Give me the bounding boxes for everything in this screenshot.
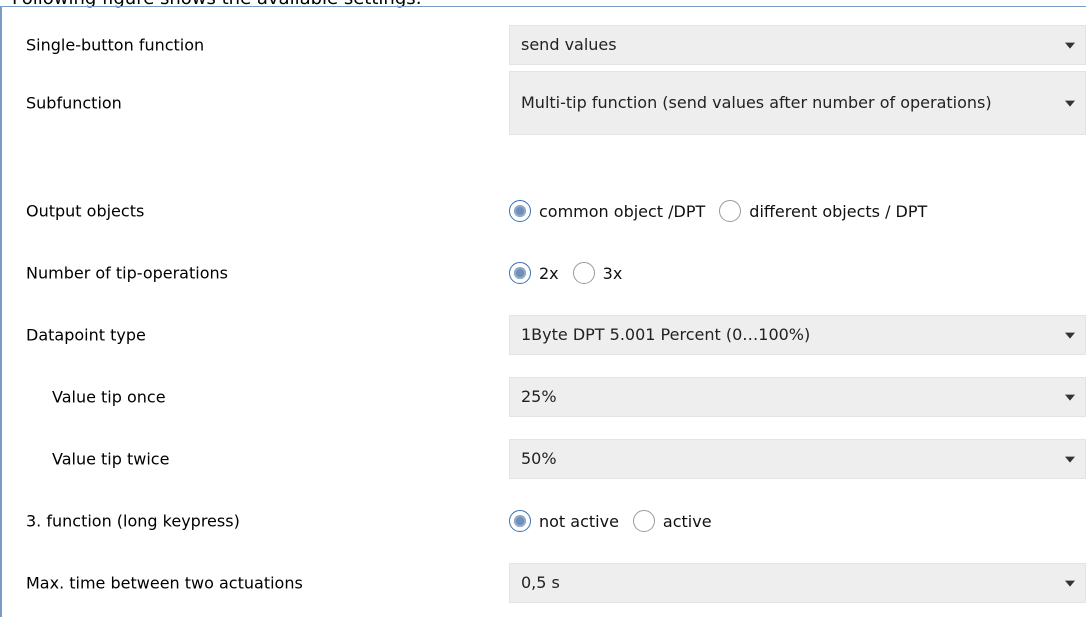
chevron-down-icon	[1065, 100, 1075, 107]
setting-label: Subfunction	[26, 93, 122, 113]
radio-unselected-icon	[572, 262, 595, 284]
radio-selected-icon	[509, 262, 531, 284]
radio-selected-icon	[509, 510, 531, 532]
third-function-radio-group: not active active	[509, 510, 726, 532]
radio-label: different objects / DPT	[749, 201, 928, 221]
radio-label: active	[662, 511, 712, 531]
row-single-button-function: Single-button function send values	[26, 25, 1086, 65]
subfunction-select[interactable]: Multi-tip function (send values after nu…	[509, 71, 1086, 135]
select-value: send values	[521, 35, 617, 54]
datapoint-type-select[interactable]: 1Byte DPT 5.001 Percent (0…100%)	[509, 315, 1086, 355]
radio-label: common object /DPT	[539, 201, 706, 221]
chevron-down-icon	[1065, 456, 1075, 463]
tip-operations-radio-group: 2x 3x	[509, 262, 636, 284]
row-value-tip-once: Value tip once 25%	[26, 377, 1086, 417]
chevron-down-icon	[1065, 332, 1075, 339]
chevron-down-icon	[1065, 42, 1075, 49]
radio-unselected-icon	[632, 510, 655, 532]
value-tip-twice-select[interactable]: 50%	[509, 439, 1086, 479]
setting-label: Max. time between two actuations	[26, 573, 303, 593]
setting-label: Number of tip-operations	[26, 263, 228, 283]
radio-different-objects[interactable]: different objects / DPT	[719, 200, 927, 222]
radio-common-object[interactable]: common object /DPT	[509, 200, 705, 222]
row-datapoint-type: Datapoint type 1Byte DPT 5.001 Percent (…	[26, 315, 1086, 355]
setting-label: Single-button function	[26, 35, 205, 55]
output-objects-radio-group: common object /DPT different objects / D…	[509, 200, 941, 222]
row-value-tip-twice: Value tip twice 50%	[26, 439, 1086, 479]
max-time-select[interactable]: 0,5 s	[509, 563, 1086, 603]
chevron-down-icon	[1065, 394, 1075, 401]
radio-3x[interactable]: 3x	[572, 262, 623, 284]
row-subfunction: Subfunction Multi-tip function (send val…	[26, 71, 1086, 135]
radio-label: not active	[539, 511, 619, 531]
setting-label: Output objects	[26, 201, 145, 221]
setting-label: Value tip twice	[52, 449, 170, 469]
radio-active[interactable]: active	[632, 510, 712, 532]
row-third-function: 3. function (long keypress) not active a…	[26, 501, 1086, 541]
chevron-down-icon	[1065, 580, 1075, 587]
select-value: 0,5 s	[521, 573, 560, 592]
setting-label: Datapoint type	[26, 325, 146, 345]
radio-not-active[interactable]: not active	[509, 510, 619, 532]
radio-2x[interactable]: 2x	[509, 262, 559, 284]
select-value: 50%	[521, 449, 557, 468]
select-value: 1Byte DPT 5.001 Percent (0…100%)	[521, 325, 811, 344]
select-value: Multi-tip function (send values after nu…	[521, 93, 992, 112]
setting-label: Value tip once	[52, 387, 166, 407]
radio-unselected-icon	[719, 200, 742, 222]
row-output-objects: Output objects common object /DPT differ…	[26, 191, 1086, 231]
value-tip-once-select[interactable]: 25%	[509, 377, 1086, 417]
radio-label: 2x	[539, 263, 559, 283]
single-button-function-select[interactable]: send values	[509, 25, 1086, 65]
setting-label: 3. function (long keypress)	[26, 511, 240, 531]
radio-selected-icon	[509, 200, 531, 222]
row-max-time-between-actuations: Max. time between two actuations 0,5 s	[26, 563, 1086, 603]
settings-panel: Single-button function send values Subfu…	[0, 6, 1086, 617]
select-value: 25%	[521, 387, 557, 406]
row-number-of-tip-operations: Number of tip-operations 2x 3x	[26, 253, 1086, 293]
radio-label: 3x	[602, 263, 623, 283]
